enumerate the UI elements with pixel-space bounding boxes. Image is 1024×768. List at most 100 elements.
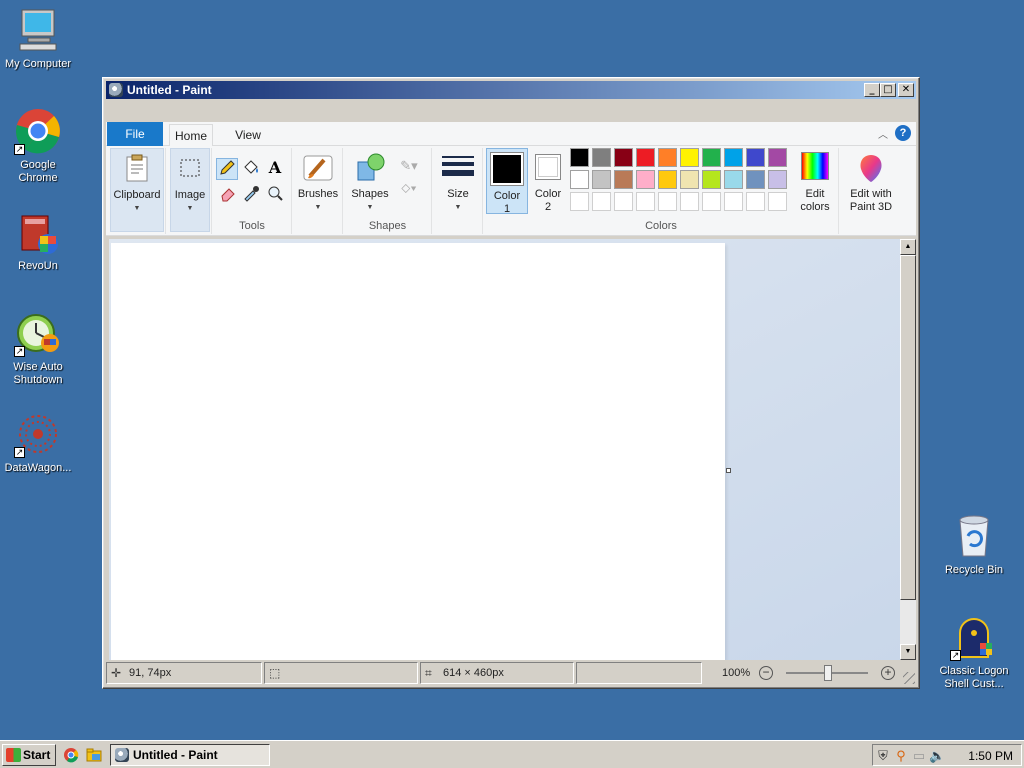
zoom-slider-thumb[interactable] <box>824 665 832 681</box>
custom-color-slot[interactable] <box>636 192 655 211</box>
custom-color-slot[interactable] <box>658 192 677 211</box>
desktop-icon-google-chrome[interactable]: ↗ Google Chrome <box>0 107 76 185</box>
edit-colors-button[interactable]: Edit colors <box>794 148 836 214</box>
scroll-thumb[interactable] <box>900 255 916 600</box>
shapes-button[interactable]: Shapes ▼ <box>348 148 392 212</box>
desktop-icon-label: RevoUn <box>18 260 58 272</box>
custom-color-slot[interactable] <box>746 192 765 211</box>
custom-color-slot[interactable] <box>614 192 633 211</box>
zoom-out-button[interactable]: − <box>759 666 773 680</box>
tab-file[interactable]: File <box>107 122 163 146</box>
outline-button[interactable]: ✎▾ <box>396 156 422 176</box>
quicklaunch-explorer-icon[interactable] <box>86 747 102 763</box>
palette-swatch[interactable] <box>570 148 589 167</box>
palette-swatch[interactable] <box>636 170 655 189</box>
line-size-icon <box>442 152 474 184</box>
taskbar-item-paint[interactable]: Untitled - Paint <box>110 744 270 766</box>
edit-with-paint3d-button[interactable]: Edit with Paint 3D <box>843 148 899 214</box>
quicklaunch-chrome-icon[interactable] <box>63 747 79 763</box>
palette-swatch[interactable] <box>636 148 655 167</box>
search-icon[interactable]: ⚲ <box>893 748 909 764</box>
help-icon[interactable]: ? <box>895 125 911 141</box>
desktop-icon-wise-auto-shutdown[interactable]: ↗ Wise Auto Shutdown <box>0 309 76 387</box>
image-button[interactable]: Image ▼ <box>170 148 210 232</box>
taskbar: Start Untitled - Paint ⛨ ⚲ ▭ 🔈 1:50 PM <box>0 740 1024 768</box>
scroll-up-button[interactable]: ▲ <box>900 239 916 255</box>
palette-swatch[interactable] <box>746 170 765 189</box>
resize-grip[interactable] <box>903 672 915 684</box>
palette-swatch[interactable] <box>570 170 589 189</box>
eyedropper-icon <box>244 186 259 202</box>
palette-swatch[interactable] <box>680 170 699 189</box>
custom-color-slot[interactable] <box>724 192 743 211</box>
desktop-icon-my-computer[interactable]: My Computer <box>0 6 76 71</box>
palette-swatch[interactable] <box>768 148 787 167</box>
tab-view[interactable]: View <box>228 124 268 146</box>
canvas-workspace[interactable] <box>109 239 903 660</box>
image-label: Image <box>174 189 206 201</box>
drawing-canvas[interactable] <box>111 243 725 660</box>
desktop-icon-label: Google Chrome <box>18 159 58 184</box>
title-bar[interactable]: Untitled - Paint _ □ ✕ <box>106 81 916 99</box>
eraser-tool[interactable] <box>218 184 238 204</box>
tab-home[interactable]: Home <box>169 124 213 147</box>
custom-color-slot[interactable] <box>570 192 589 211</box>
custom-color-slot[interactable] <box>680 192 699 211</box>
magnifier-tool[interactable] <box>265 184 285 204</box>
close-button[interactable]: ✕ <box>898 83 914 97</box>
vertical-scrollbar[interactable]: ▲ ▼ <box>900 239 916 660</box>
desktop-icon-classic-logon[interactable]: ↗ Classic Logon Shell Cust... <box>936 613 1012 691</box>
clock[interactable]: 1:50 PM <box>968 748 1013 764</box>
shortcut-arrow-icon: ↗ <box>14 447 25 458</box>
custom-color-slot[interactable] <box>592 192 611 211</box>
text-tool[interactable]: A <box>265 158 285 178</box>
scroll-down-button[interactable]: ▼ <box>900 644 916 660</box>
color2-button[interactable]: Color 2 <box>530 148 566 214</box>
palette-swatch[interactable] <box>702 148 721 167</box>
volume-icon[interactable]: 🔈 <box>929 748 945 764</box>
palette-swatch[interactable] <box>592 148 611 167</box>
palette-swatch[interactable] <box>680 148 699 167</box>
brushes-button[interactable]: Brushes ▼ <box>295 148 341 212</box>
desktop-icon-revoun[interactable]: RevoUn <box>0 208 76 273</box>
minimize-button[interactable]: _ <box>864 83 880 97</box>
custom-color-slot[interactable] <box>768 192 787 211</box>
custom-color-slot[interactable] <box>702 192 721 211</box>
colors-group-label: Colors <box>645 220 677 232</box>
palette-swatch[interactable] <box>724 148 743 167</box>
palette-swatch[interactable] <box>658 148 677 167</box>
fill-tool[interactable] <box>241 158 261 178</box>
canvas-resize-handle-right[interactable] <box>726 468 731 473</box>
palette-swatch[interactable] <box>614 148 633 167</box>
size-button[interactable]: Size ▼ <box>437 148 479 212</box>
palette-swatch[interactable] <box>746 148 765 167</box>
maximize-button[interactable]: □ <box>880 83 896 97</box>
move-cursor-icon: ✛ <box>111 666 122 680</box>
fill-bucket-icon <box>244 160 258 174</box>
zoom-in-button[interactable]: + <box>881 666 895 680</box>
desktop-icon-datawagon[interactable]: ↗ DataWagon... <box>0 410 76 475</box>
collapse-ribbon-icon[interactable]: ︿ <box>878 126 888 141</box>
color-picker-tool[interactable] <box>241 184 261 204</box>
network-icon[interactable]: ▭ <box>911 748 927 764</box>
palette-swatch[interactable] <box>768 170 787 189</box>
tools-group: A Tools <box>213 148 292 234</box>
palette-swatch[interactable] <box>724 170 743 189</box>
desktop-icon-recycle-bin[interactable]: Recycle Bin <box>936 512 1012 577</box>
pencil-tool[interactable] <box>216 158 238 180</box>
security-shield-icon[interactable]: ⛨ <box>875 748 891 764</box>
selection-size-icon: ⬚ <box>269 666 281 680</box>
palette-swatch[interactable] <box>702 170 721 189</box>
file-size <box>576 662 702 684</box>
fill-button[interactable]: ⬦▾ <box>396 178 422 198</box>
ribbon-home: Clipboard ▼ Image ▼ A Tools Brushes ▼ Sh… <box>106 146 916 236</box>
canvas-size: ⌗ 614 × 460px <box>420 662 574 684</box>
palette-swatch[interactable] <box>658 170 677 189</box>
clipboard-button[interactable]: Clipboard ▼ <box>110 148 164 232</box>
windows-logo-icon <box>6 748 21 762</box>
palette-swatch[interactable] <box>592 170 611 189</box>
start-button[interactable]: Start <box>2 744 56 766</box>
palette-swatch[interactable] <box>614 170 633 189</box>
color1-button[interactable]: Color 1 <box>486 148 528 215</box>
shapes-group: Shapes ▼ ✎▾ ⬦▾ Shapes <box>344 148 432 234</box>
